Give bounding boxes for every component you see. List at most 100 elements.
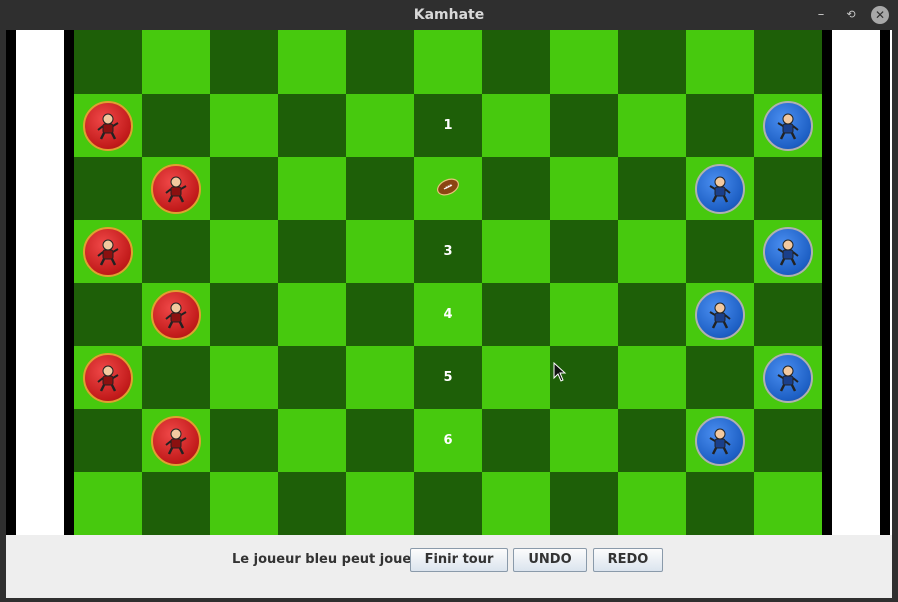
board-cell[interactable]	[346, 472, 414, 535]
game-board[interactable]: 1 3 4 5 6	[74, 30, 822, 535]
board-cell[interactable]	[482, 283, 550, 346]
red-player-piece[interactable]	[151, 415, 201, 466]
board-cell[interactable]: 6	[414, 409, 482, 472]
board-cell[interactable]	[618, 409, 686, 472]
board-cell[interactable]	[618, 30, 686, 94]
board-cell[interactable]	[74, 94, 142, 157]
board-cell[interactable]	[346, 30, 414, 94]
board-cell[interactable]	[414, 30, 482, 94]
board-cell[interactable]	[142, 30, 210, 94]
board-cell[interactable]	[346, 94, 414, 157]
board-cell[interactable]: 3	[414, 220, 482, 283]
board-cell[interactable]	[278, 409, 346, 472]
board-cell[interactable]	[618, 283, 686, 346]
board-cell[interactable]	[482, 346, 550, 409]
red-player-piece[interactable]	[151, 289, 201, 340]
board-cell[interactable]	[74, 472, 142, 535]
blue-player-piece[interactable]	[695, 163, 745, 214]
board-cell[interactable]	[686, 220, 754, 283]
undo-button[interactable]: UNDO	[513, 548, 587, 572]
board-cell[interactable]	[74, 157, 142, 220]
red-player-piece[interactable]	[83, 352, 133, 403]
board-cell[interactable]	[142, 220, 210, 283]
board-cell[interactable]	[74, 283, 142, 346]
board-cell[interactable]	[550, 30, 618, 94]
board-cell[interactable]	[142, 472, 210, 535]
board-cell[interactable]	[278, 472, 346, 535]
blue-player-piece[interactable]	[763, 100, 813, 151]
blue-player-piece[interactable]	[695, 415, 745, 466]
board-cell[interactable]	[210, 220, 278, 283]
end-turn-button[interactable]: Finir tour	[410, 548, 508, 572]
board-cell[interactable]: 1	[414, 94, 482, 157]
board-cell[interactable]	[278, 220, 346, 283]
board-cell[interactable]	[142, 409, 210, 472]
board-cell[interactable]	[482, 409, 550, 472]
board-cell[interactable]	[482, 157, 550, 220]
board-cell[interactable]	[550, 283, 618, 346]
board-cell[interactable]	[618, 157, 686, 220]
board-cell[interactable]	[550, 94, 618, 157]
board-cell[interactable]	[754, 472, 822, 535]
board-cell[interactable]	[210, 409, 278, 472]
board-cell[interactable]	[754, 283, 822, 346]
board-cell[interactable]	[754, 157, 822, 220]
red-player-piece[interactable]	[83, 100, 133, 151]
board-cell[interactable]	[754, 30, 822, 94]
board-cell[interactable]	[346, 409, 414, 472]
board-cell[interactable]	[550, 220, 618, 283]
title-bar[interactable]: Kamhate – ⟲ ✕	[0, 0, 898, 30]
board-cell[interactable]	[278, 283, 346, 346]
board-cell[interactable]	[686, 472, 754, 535]
blue-player-piece[interactable]	[763, 352, 813, 403]
board-cell[interactable]	[210, 94, 278, 157]
board-cell[interactable]	[686, 283, 754, 346]
board-cell[interactable]	[618, 220, 686, 283]
board-cell[interactable]	[414, 157, 482, 220]
board-cell[interactable]	[686, 346, 754, 409]
redo-button[interactable]: REDO	[593, 548, 663, 572]
board-cell[interactable]	[346, 346, 414, 409]
blue-player-piece[interactable]	[763, 226, 813, 277]
board-cell[interactable]	[346, 220, 414, 283]
board-cell[interactable]	[754, 409, 822, 472]
board-cell[interactable]	[278, 346, 346, 409]
board-cell[interactable]	[686, 94, 754, 157]
board-cell[interactable]	[278, 30, 346, 94]
board-cell[interactable]	[142, 157, 210, 220]
board-cell[interactable]	[754, 220, 822, 283]
board-cell[interactable]	[210, 30, 278, 94]
board-cell[interactable]	[618, 94, 686, 157]
board-cell[interactable]	[278, 94, 346, 157]
board-cell[interactable]	[618, 472, 686, 535]
board-cell[interactable]	[210, 283, 278, 346]
minimize-icon[interactable]: –	[812, 6, 830, 24]
board-cell[interactable]	[686, 30, 754, 94]
board-cell[interactable]	[550, 409, 618, 472]
board-cell[interactable]	[346, 157, 414, 220]
board-cell[interactable]	[482, 220, 550, 283]
board-cell[interactable]	[210, 157, 278, 220]
board-cell[interactable]	[482, 472, 550, 535]
red-player-piece[interactable]	[83, 226, 133, 277]
board-cell[interactable]	[754, 346, 822, 409]
blue-player-piece[interactable]	[695, 289, 745, 340]
board-cell[interactable]	[482, 30, 550, 94]
board-cell[interactable]	[754, 94, 822, 157]
board-cell[interactable]	[550, 472, 618, 535]
board-cell[interactable]	[74, 30, 142, 94]
board-cell[interactable]	[142, 346, 210, 409]
board-cell[interactable]	[142, 94, 210, 157]
board-cell[interactable]	[482, 94, 550, 157]
board-cell[interactable]	[414, 472, 482, 535]
board-cell[interactable]	[74, 409, 142, 472]
football-ball-icon[interactable]	[436, 177, 460, 201]
board-cell[interactable]	[142, 283, 210, 346]
board-cell[interactable]: 4	[414, 283, 482, 346]
board-cell[interactable]: 5	[414, 346, 482, 409]
board-cell[interactable]	[346, 283, 414, 346]
restore-icon[interactable]: ⟲	[842, 6, 860, 24]
board-cell[interactable]	[210, 346, 278, 409]
board-cell[interactable]	[618, 346, 686, 409]
board-cell[interactable]	[686, 409, 754, 472]
